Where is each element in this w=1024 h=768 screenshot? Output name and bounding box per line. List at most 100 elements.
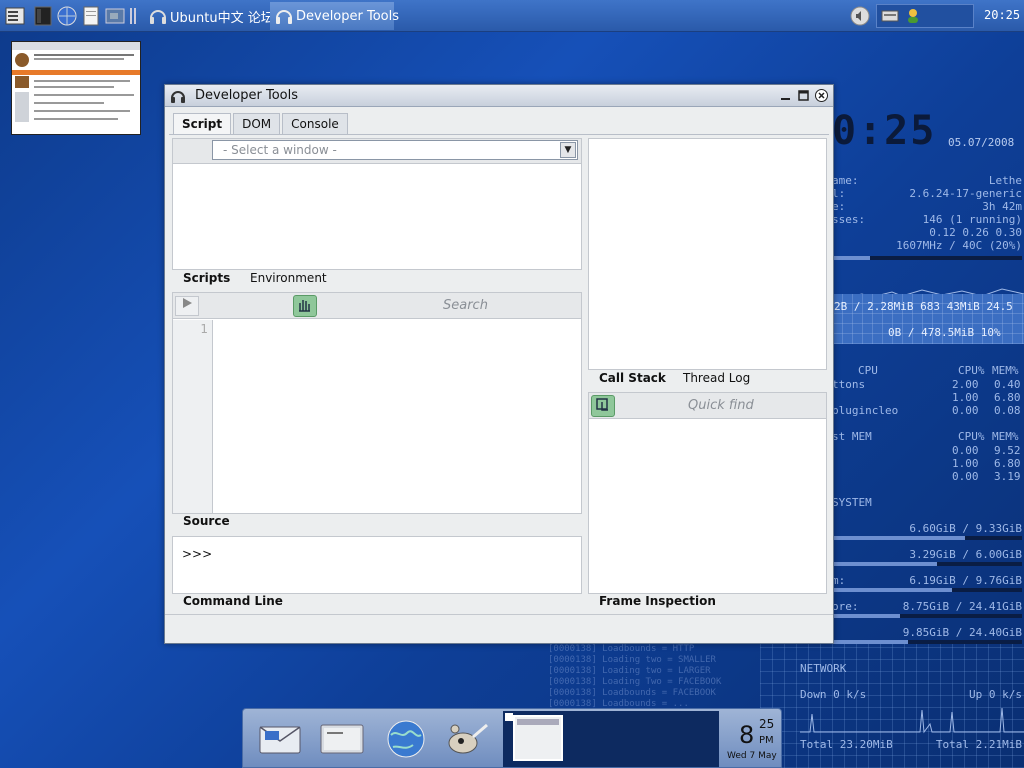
- sysmon-row-value: 0.12 0.26 0.30: [929, 226, 1022, 239]
- minimize-icon: [781, 98, 790, 100]
- tab-call-stack[interactable]: Call Stack: [599, 371, 666, 385]
- dock-clock-ampm: PM: [759, 735, 774, 746]
- console-prompt: >>>: [182, 547, 213, 561]
- sysmon-disk-bar: [832, 536, 1022, 540]
- keyboard-icon[interactable]: [881, 8, 899, 24]
- netmon-title: NETWORK: [800, 662, 847, 675]
- sysmon-grid-text: 2B / 2.28MiB 683 43MiB 24.5: [834, 300, 1013, 313]
- netmon-up: Up 0 k/s: [969, 688, 1022, 701]
- headphone-icon: [150, 10, 166, 24]
- sysmon-row-label: sses:: [832, 213, 866, 226]
- step-button[interactable]: [293, 295, 317, 317]
- line-number-gutter: 1: [173, 320, 213, 513]
- minimize-button[interactable]: [779, 89, 792, 102]
- task-label: Ubuntu中文 论坛: [170, 10, 274, 26]
- sysmon-mem-header: CPU%: [958, 430, 985, 443]
- tab-environment[interactable]: Environment: [250, 271, 327, 285]
- dock-window-list: [503, 711, 719, 767]
- taskbar-clock[interactable]: 20:25: [984, 8, 1020, 22]
- sysmon-mem-header: MEM%: [992, 430, 1019, 443]
- sysmon-proc-mem: 0.08: [994, 404, 1021, 417]
- window-titlebar[interactable]: Developer Tools: [165, 85, 833, 107]
- sysmon-system-label: SYSTEM: [832, 496, 872, 509]
- sysmon-row-value: 2.6.24-17-generic: [909, 187, 1022, 200]
- sysmon-mem-cpu: 1.00: [952, 457, 979, 470]
- sysmon-proc-cpu: 1.00: [952, 391, 979, 404]
- browser-icon[interactable]: [56, 5, 78, 27]
- sysmon-row-label: ame:: [832, 174, 859, 187]
- tab-thread-log[interactable]: Thread Log: [683, 371, 750, 385]
- sysmon-disk-value: 6.19GiB / 9.76GiB: [909, 574, 1022, 587]
- sysmon-disk-label: ore:: [832, 600, 859, 613]
- source-editor[interactable]: [214, 320, 581, 513]
- sysmon-proc-mem: 0.40: [994, 378, 1021, 391]
- netmon-total-down: Total 23.20MiB: [800, 738, 893, 751]
- dock-clock[interactable]: 8 25 PM Wed 7 May: [727, 713, 781, 767]
- netmon-graph-icon: [800, 707, 1024, 734]
- command-line-input[interactable]: >>>: [172, 536, 582, 594]
- chevron-down-icon[interactable]: ▼: [560, 142, 576, 158]
- close-icon: [815, 89, 828, 102]
- boot-log-line: [0000138] Loading Two = FACEBOOK: [548, 677, 722, 687]
- task-developer-tools[interactable]: Developer Tools: [270, 2, 399, 30]
- run-button[interactable]: [175, 296, 199, 316]
- task-ubuntu-forum[interactable]: Ubuntu中文 论坛: [144, 2, 274, 30]
- status-divider: [165, 614, 833, 615]
- window-select[interactable]: - Select a window - ▼: [212, 140, 578, 160]
- sysmon-mem-header: st MEM: [832, 430, 872, 443]
- notepad-icon[interactable]: [80, 5, 102, 27]
- volume-icon[interactable]: [850, 6, 870, 26]
- tab-console[interactable]: Console: [282, 113, 348, 134]
- users-icon[interactable]: [905, 7, 925, 25]
- gimp-icon[interactable]: [443, 719, 489, 759]
- app-menu-icon[interactable]: [4, 5, 26, 27]
- settings-icon[interactable]: [104, 5, 126, 27]
- sysmon-disk-value: 9.85GiB / 24.40GiB: [902, 626, 1022, 639]
- maximize-icon: [798, 90, 809, 101]
- sysmon-mem-mem: 3.19: [994, 470, 1021, 483]
- sysmon-proc-cpu: 2.00: [952, 378, 979, 391]
- window-active-indicator-icon: [505, 713, 513, 721]
- quick-find-input[interactable]: Quick find: [688, 398, 754, 413]
- sysmon-row-value: 1607MHz / 40C (20%): [896, 239, 1022, 252]
- mail-icon[interactable]: [257, 719, 303, 759]
- sysmon-cpu-bar: [832, 256, 1022, 260]
- sysmon-proc-mem: 6.80: [994, 391, 1021, 404]
- search-input[interactable]: Search: [443, 298, 488, 313]
- window-thumbnail[interactable]: [11, 41, 141, 135]
- sysmon-grid-box: 2B / 2.28MiB 683 43MiB 24.5 0B / 478.5Mi…: [832, 294, 1024, 344]
- sysmon-row-value: Lethe: [988, 174, 1022, 187]
- sysmon-disk-bar: [832, 640, 1022, 644]
- tab-script[interactable]: Script: [173, 113, 232, 135]
- boot-log-line: [0000138] Loadbounds = HTTP: [548, 644, 695, 654]
- maximize-button[interactable]: [797, 89, 810, 102]
- headphone-icon: [171, 91, 185, 103]
- tab-dom[interactable]: DOM: [233, 113, 281, 134]
- window-title: Developer Tools: [195, 88, 299, 103]
- globe-icon[interactable]: [383, 719, 429, 759]
- dock-clock-minute: 25: [759, 717, 775, 731]
- tab-divider: [169, 134, 829, 135]
- play-icon: [183, 298, 192, 308]
- boot-log-line: [0000138] Loading two = LARGER: [548, 666, 711, 676]
- terminal-icon[interactable]: [319, 719, 365, 759]
- sysmon-time: 0:25: [832, 108, 937, 154]
- tab-scripts[interactable]: Scripts: [183, 271, 230, 285]
- sysmon-row-value: 146 (1 running): [922, 213, 1022, 226]
- top-taskbar: Ubuntu中文 论坛 Developer Tools 20:25: [0, 0, 1024, 32]
- task-label: Developer Tools: [296, 8, 400, 24]
- system-tray: [876, 4, 974, 28]
- hand-icon: [299, 300, 310, 312]
- main-tabs: Script DOM Console: [173, 113, 350, 135]
- dock-clock-date: Wed 7 May: [727, 751, 777, 761]
- close-button[interactable]: [815, 89, 828, 102]
- sysmon-date: 05.07/2008: [948, 136, 1015, 149]
- window-preview-icon[interactable]: [513, 715, 563, 761]
- inspect-button[interactable]: [591, 395, 615, 417]
- sysmon-row-value: 3h 42m: [982, 200, 1022, 213]
- terminal-icon[interactable]: [32, 5, 54, 27]
- sysmon-disk-bar: [832, 588, 1022, 592]
- system-monitor-widget: 0:25 05.07/2008 ame: Lethe l: 2.6.24-17-…: [832, 108, 1024, 668]
- boot-log-line: [0000138] Loading two = SMALLER: [548, 655, 716, 665]
- source-toolbar: [173, 293, 581, 319]
